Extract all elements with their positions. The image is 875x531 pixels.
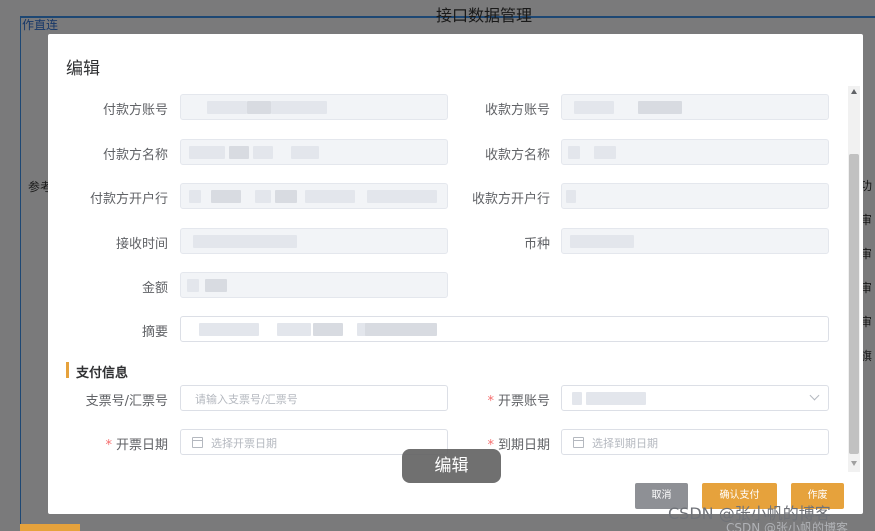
payer-account-label: 付款方账号: [102, 103, 168, 118]
scroll-up-icon[interactable]: [851, 89, 857, 94]
payer-account-field[interactable]: [180, 94, 448, 120]
scroll-down-icon[interactable]: [851, 461, 857, 466]
payee-bank-label: 收款方开户行: [471, 192, 550, 207]
invoice-account-label: * 开票账号: [487, 394, 550, 409]
edit-tooltip: 编辑: [402, 449, 501, 483]
payee-name-label: 收款方名称: [484, 148, 550, 163]
amount-label: 金额: [141, 281, 168, 296]
currency-field[interactable]: [561, 228, 829, 254]
section-accent-bar: [66, 362, 69, 378]
payer-name-field[interactable]: [180, 139, 448, 165]
currency-label: 币种: [523, 237, 550, 252]
payee-account-field[interactable]: [561, 94, 829, 120]
payer-bank-label: 付款方开户行: [89, 192, 168, 207]
watermark-faint: CSDN @张小帆的博客: [726, 521, 849, 531]
due-date-picker[interactable]: 选择到期日期: [561, 429, 829, 455]
check-number-placeholder: 请输入支票号/汇票号: [195, 393, 298, 406]
dialog-title: 编辑: [66, 59, 100, 79]
edit-dialog: 编辑 付款方账号 收款方账号 付款方名称 收款方名称 付款方开户行 收款方开户行…: [48, 34, 863, 514]
invoice-date-label: * 开票日期: [105, 438, 168, 453]
payer-name-label: 付款方名称: [102, 148, 168, 163]
scrollbar-thumb[interactable]: [849, 154, 859, 454]
check-number-label: 支票号/汇票号: [85, 394, 168, 409]
section-title: 支付信息: [76, 366, 129, 381]
calendar-icon: [573, 437, 584, 448]
calendar-icon: [192, 437, 203, 448]
payee-name-field[interactable]: [561, 139, 829, 165]
chevron-down-icon: [809, 390, 820, 401]
summary-label: 摘要: [141, 325, 168, 340]
payee-account-label: 收款方账号: [484, 103, 550, 118]
invoice-date-placeholder: 选择开票日期: [211, 437, 277, 450]
check-number-input[interactable]: 请输入支票号/汇票号: [180, 385, 448, 411]
receive-time-label: 接收时间: [115, 237, 168, 252]
invoice-account-select[interactable]: [561, 385, 829, 411]
payer-bank-field[interactable]: [180, 183, 448, 209]
summary-field[interactable]: [180, 316, 829, 342]
due-date-placeholder: 选择到期日期: [592, 437, 658, 450]
amount-field[interactable]: [180, 272, 448, 298]
receive-time-field[interactable]: [180, 228, 448, 254]
payee-bank-field[interactable]: [561, 183, 829, 209]
background-orange-button: [20, 524, 80, 531]
